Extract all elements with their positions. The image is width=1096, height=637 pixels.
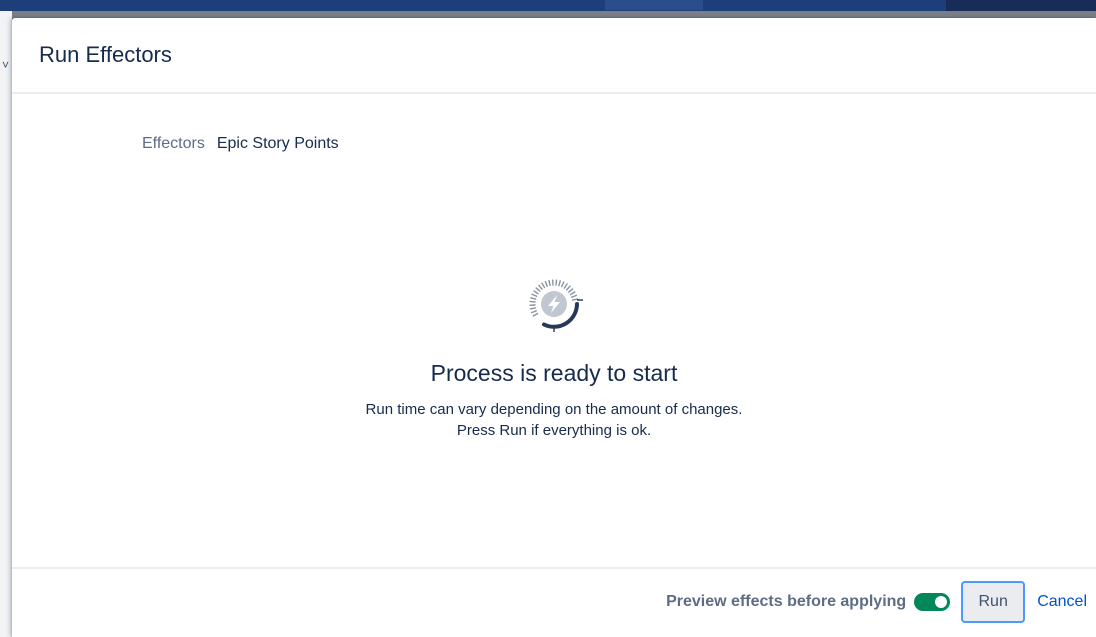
effectors-field: Effectors Epic Story Points: [142, 135, 339, 153]
gauge-tick: [555, 279, 558, 286]
status-description-line-2: Press Run if everything is ok.: [456, 422, 652, 439]
dialog-title: Run Effectors: [39, 42, 172, 67]
gauge-tick: [544, 280, 548, 287]
gauge-tick: [548, 279, 551, 287]
toggle-knob: [935, 596, 948, 608]
effectors-label: Effectors: [142, 135, 205, 152]
gauge-tick: [535, 287, 541, 292]
gauge-tick: [561, 281, 565, 288]
preview-effects-label: Preview effects before applying: [666, 593, 907, 610]
status-title: Process is ready to start: [430, 360, 678, 386]
gauge-tick: [558, 280, 561, 287]
gauge-tick: [566, 285, 571, 291]
gauge-tick: [530, 297, 537, 300]
gauge-tick: [533, 290, 539, 295]
background-chevron-icon: ˅: [2, 58, 10, 72]
gauge-tick: [538, 284, 543, 290]
background-page: ˅: [0, 11, 12, 637]
gauge-tick: [529, 300, 536, 303]
gauge-tick: [569, 291, 576, 296]
gauge-lightning-icon: [529, 279, 583, 332]
top-bar-right-section: [946, 0, 1096, 11]
footer-controls: Preview effects before applying Run Canc…: [666, 581, 1087, 623]
gauge-tick: [529, 307, 537, 310]
gauge-tick: [563, 283, 568, 289]
app-top-bar: [0, 0, 1096, 11]
run-button[interactable]: Run: [961, 581, 1026, 623]
gauge-tick: [568, 288, 574, 293]
dialog-footer: Preview effects before applying Run Canc…: [12, 567, 1096, 637]
status-description-line-1: Run time can vary depending on the amoun…: [365, 401, 743, 418]
dialog-header: Run Effectors: [12, 18, 1096, 94]
status-panel: Process is ready to start Run time can v…: [12, 266, 1096, 441]
effectors-value: Epic Story Points: [216, 135, 339, 152]
preview-effects-toggle[interactable]: [914, 593, 951, 611]
cancel-button[interactable]: Cancel: [1037, 593, 1087, 611]
gauge-tick: [530, 310, 537, 314]
gauge-tick: [571, 298, 579, 301]
gauge-tick: [571, 294, 578, 298]
gauge-tick: [532, 312, 539, 317]
run-effectors-dialog: Run Effectors Effectors Epic Story Point…: [12, 18, 1096, 637]
gauge-tick: [541, 282, 546, 289]
top-bar-tab: [605, 0, 703, 10]
gauge-tick: [531, 293, 538, 297]
